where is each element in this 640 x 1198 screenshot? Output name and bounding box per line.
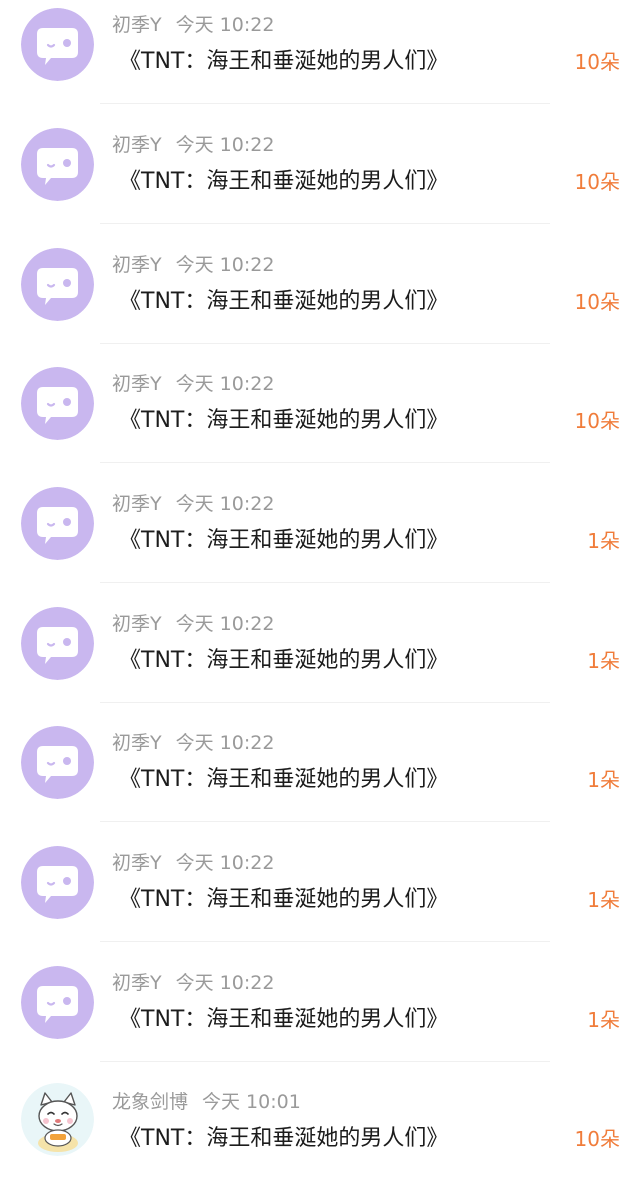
gift-amount: 1朵 <box>587 649 620 673</box>
divider <box>100 223 550 224</box>
gift-meta: 初季Y 今天 10:22 <box>112 490 274 518</box>
chat-bubble-icon <box>21 607 94 680</box>
book-title[interactable]: 《TNT：海王和垂涎她的男人们》 <box>119 1003 448 1037</box>
divider <box>100 941 550 942</box>
username[interactable]: 初季Y <box>112 14 162 36</box>
list-item[interactable]: 初季Y 今天 10:22 《TNT：海王和垂涎她的男人们》 1朵 <box>0 838 640 958</box>
gift-meta: 初季Y 今天 10:22 <box>112 849 274 877</box>
list-item[interactable]: 初季Y 今天 10:22 《TNT：海王和垂涎她的男人们》 10朵 <box>0 120 640 240</box>
book-title[interactable]: 《TNT：海王和垂涎她的男人们》 <box>119 165 448 199</box>
divider <box>100 343 550 344</box>
username[interactable]: 初季Y <box>112 254 162 276</box>
gift-record-list: 初季Y 今天 10:22 《TNT：海王和垂涎她的男人们》 10朵 初季Y 今天 1… <box>0 0 640 1175</box>
gift-meta: 龙象剑博 今天 10:01 <box>112 1088 301 1116</box>
gift-meta: 初季Y 今天 10:22 <box>112 131 274 159</box>
avatar[interactable] <box>21 1083 94 1156</box>
chat-bubble-icon <box>21 966 94 1039</box>
divider <box>100 702 550 703</box>
book-title[interactable]: 《TNT：海王和垂涎她的男人们》 <box>119 883 448 917</box>
username[interactable]: 初季Y <box>112 134 162 156</box>
list-item[interactable]: 龙象剑博 今天 10:01 《TNT：海王和垂涎她的男人们》 10朵 <box>0 1078 640 1198</box>
avatar[interactable] <box>21 248 94 321</box>
gift-amount: 1朵 <box>587 888 620 912</box>
avatar[interactable] <box>21 966 94 1039</box>
gift-amount: 10朵 <box>574 170 620 194</box>
timestamp: 今天 10:22 <box>175 134 275 156</box>
username[interactable]: 初季Y <box>112 373 162 395</box>
divider <box>100 462 550 463</box>
list-item[interactable]: 初季Y 今天 10:22 《TNT：海王和垂涎她的男人们》 1朵 <box>0 958 640 1078</box>
gift-amount: 1朵 <box>587 1008 620 1032</box>
gift-amount: 10朵 <box>574 1127 620 1151</box>
book-title[interactable]: 《TNT：海王和垂涎她的男人们》 <box>119 644 448 678</box>
timestamp: 今天 10:22 <box>175 613 275 635</box>
gift-meta: 初季Y 今天 10:22 <box>112 251 274 279</box>
gift-amount: 10朵 <box>574 409 620 433</box>
book-title[interactable]: 《TNT：海王和垂涎她的男人们》 <box>119 1122 448 1156</box>
cartoon-cat-avatar <box>21 1083 94 1156</box>
timestamp: 今天 10:01 <box>202 1091 301 1113</box>
avatar[interactable] <box>21 726 94 799</box>
timestamp: 今天 10:22 <box>175 732 275 754</box>
chat-bubble-icon <box>21 128 94 201</box>
divider <box>100 103 550 104</box>
timestamp: 今天 10:22 <box>175 972 275 994</box>
divider <box>100 821 550 822</box>
username[interactable]: 初季Y <box>112 732 162 754</box>
list-item[interactable]: 初季Y 今天 10:22 《TNT：海王和垂涎她的男人们》 1朵 <box>0 479 640 599</box>
book-title[interactable]: 《TNT：海王和垂涎她的男人们》 <box>119 285 448 319</box>
book-title[interactable]: 《TNT：海王和垂涎她的男人们》 <box>119 524 448 558</box>
list-item[interactable]: 初季Y 今天 10:22 《TNT：海王和垂涎她的男人们》 10朵 <box>0 359 640 479</box>
timestamp: 今天 10:22 <box>175 14 275 36</box>
gift-amount: 1朵 <box>587 768 620 792</box>
username[interactable]: 初季Y <box>112 613 162 635</box>
username[interactable]: 初季Y <box>112 972 162 994</box>
list-item[interactable]: 初季Y 今天 10:22 《TNT：海王和垂涎她的男人们》 1朵 <box>0 599 640 719</box>
avatar[interactable] <box>21 846 94 919</box>
timestamp: 今天 10:22 <box>175 852 275 874</box>
divider <box>100 582 550 583</box>
username[interactable]: 初季Y <box>112 852 162 874</box>
avatar[interactable] <box>21 607 94 680</box>
gift-amount: 10朵 <box>574 290 620 314</box>
username[interactable]: 初季Y <box>112 493 162 515</box>
gift-meta: 初季Y 今天 10:22 <box>112 729 274 757</box>
timestamp: 今天 10:22 <box>175 254 275 276</box>
list-item[interactable]: 初季Y 今天 10:22 《TNT：海王和垂涎她的男人们》 10朵 <box>0 240 640 360</box>
gift-meta: 初季Y 今天 10:22 <box>112 11 274 39</box>
gift-meta: 初季Y 今天 10:22 <box>112 610 274 638</box>
gift-meta: 初季Y 今天 10:22 <box>112 370 274 398</box>
list-item[interactable]: 初季Y 今天 10:22 《TNT：海王和垂涎她的男人们》 1朵 <box>0 718 640 838</box>
book-title[interactable]: 《TNT：海王和垂涎她的男人们》 <box>119 404 448 438</box>
username[interactable]: 龙象剑博 <box>112 1091 188 1113</box>
gift-amount: 1朵 <box>587 529 620 553</box>
chat-bubble-icon <box>21 248 94 321</box>
book-title[interactable]: 《TNT：海王和垂涎她的男人们》 <box>119 45 448 79</box>
gift-meta: 初季Y 今天 10:22 <box>112 969 274 997</box>
timestamp: 今天 10:22 <box>175 493 275 515</box>
timestamp: 今天 10:22 <box>175 373 275 395</box>
chat-bubble-icon <box>21 846 94 919</box>
book-title[interactable]: 《TNT：海王和垂涎她的男人们》 <box>119 763 448 797</box>
avatar[interactable] <box>21 367 94 440</box>
avatar[interactable] <box>21 8 94 81</box>
avatar[interactable] <box>21 487 94 560</box>
chat-bubble-icon <box>21 8 94 81</box>
list-item[interactable]: 初季Y 今天 10:22 《TNT：海王和垂涎她的男人们》 10朵 <box>0 0 640 120</box>
chat-bubble-icon <box>21 367 94 440</box>
avatar[interactable] <box>21 128 94 201</box>
divider <box>100 1061 550 1062</box>
chat-bubble-icon <box>21 487 94 560</box>
gift-amount: 10朵 <box>574 50 620 74</box>
chat-bubble-icon <box>21 726 94 799</box>
